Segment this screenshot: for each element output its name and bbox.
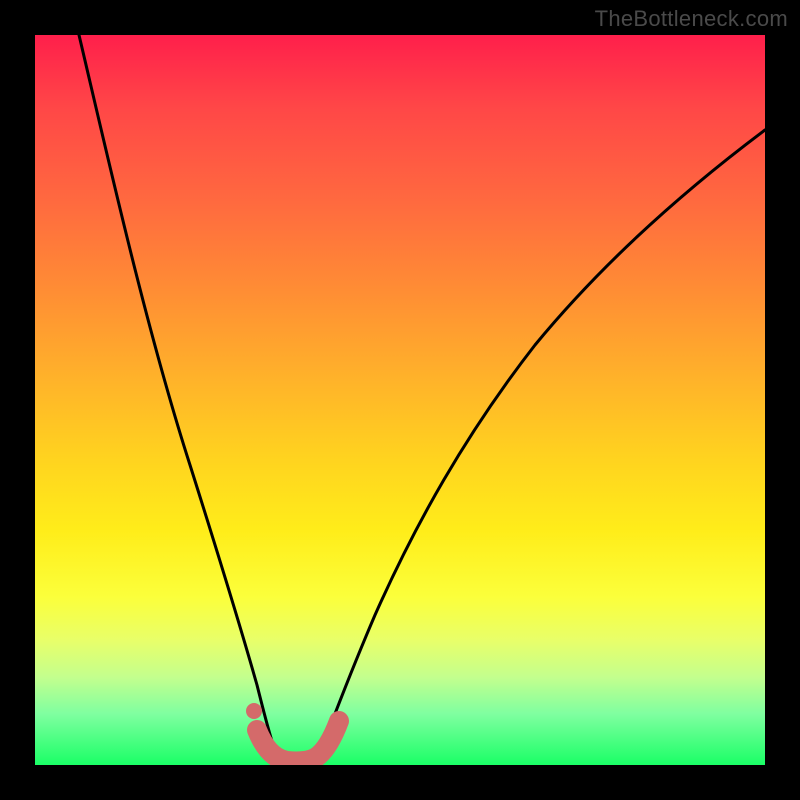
curve-right-branch bbox=[317, 130, 765, 761]
watermark-text: TheBottleneck.com bbox=[595, 6, 788, 32]
plot-area bbox=[35, 35, 765, 765]
highlight-dot bbox=[246, 703, 262, 719]
chart-frame: TheBottleneck.com bbox=[0, 0, 800, 800]
curve-layer bbox=[35, 35, 765, 765]
curve-left-branch bbox=[79, 35, 279, 761]
